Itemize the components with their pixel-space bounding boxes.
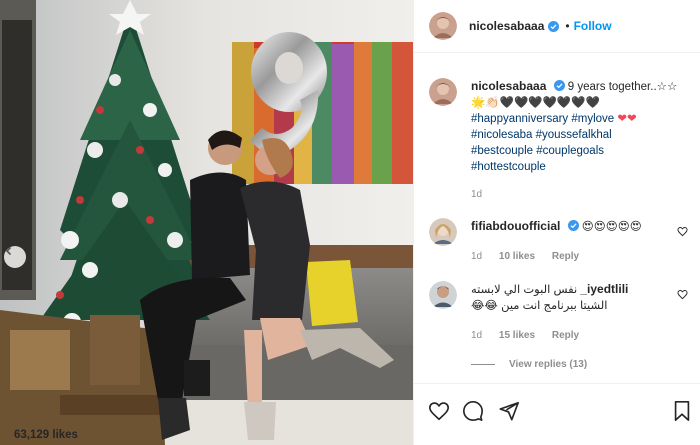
caption-timestamp[interactable]: 1d <box>471 189 482 200</box>
hashtag-link[interactable]: #happyanniversary <box>471 113 568 125</box>
comment-item: fifiabdouofficial 😍😍😍😍😍 1d 10 likes Repl… <box>429 218 694 262</box>
separator-dot: • <box>565 19 570 33</box>
heart-icon[interactable] <box>677 289 688 300</box>
hashtag-link[interactable]: #mylove <box>571 113 614 125</box>
caption: nicolesabaaa 9 years together..☆☆ 🌟👏🏻🖤🖤🖤… <box>429 78 694 200</box>
comment-timestamp[interactable]: 1d <box>471 251 482 262</box>
commenter-username[interactable]: fifiabdouofficial <box>471 219 560 233</box>
comment-timestamp[interactable]: 1d <box>471 330 482 341</box>
comment-text-line2: الشيتا ببرنامج انت مين 😂😂 <box>471 300 608 312</box>
post-author-username[interactable]: nicolesabaaa <box>469 19 544 33</box>
comment-likes[interactable]: 10 likes <box>499 251 535 262</box>
heart-icon[interactable] <box>428 400 450 422</box>
caption-avatar[interactable] <box>429 78 457 106</box>
commenter-avatar[interactable] <box>429 218 457 246</box>
verified-badge-icon <box>567 220 579 231</box>
post-details-panel: nicolesabaaa • Follow nicolesabaaa 9 yea… <box>413 0 700 445</box>
previous-photo-button[interactable] <box>4 246 26 268</box>
hashtag-link[interactable]: #youssefalkhal <box>536 129 612 141</box>
hashtag-link[interactable]: #bestcouple <box>471 145 533 157</box>
comment-icon[interactable] <box>462 400 484 422</box>
paper-plane-icon[interactable] <box>498 400 520 422</box>
view-replies-button[interactable]: View replies (13) <box>509 359 587 370</box>
caption-text: 9 years together..☆☆ <box>567 81 678 93</box>
comment-text: 😍😍😍😍😍 <box>581 221 642 233</box>
post-photo[interactable] <box>0 0 413 445</box>
follow-button[interactable]: Follow <box>574 19 612 33</box>
commenter-avatar[interactable] <box>429 281 457 309</box>
verified-badge-icon <box>553 80 565 91</box>
post-header: nicolesabaaa • Follow <box>414 0 700 53</box>
replies-divider <box>471 364 495 365</box>
comment-likes[interactable]: 15 likes <box>499 330 535 341</box>
commenter-username[interactable]: iyedtlili_ <box>580 282 628 296</box>
hashtag-link[interactable]: #hottestcouple <box>471 161 546 173</box>
hashtag-link[interactable]: #nicolesaba <box>471 129 532 141</box>
photo-scene <box>0 0 413 445</box>
reply-button[interactable]: Reply <box>552 330 579 341</box>
caption-emoji-line: 🌟👏🏻🖤🖤🖤🖤🖤🖤🖤 <box>471 97 600 109</box>
bookmark-icon[interactable] <box>672 400 692 422</box>
likes-count[interactable]: 63,129 likes <box>14 429 78 441</box>
chevron-left-icon <box>5 246 12 256</box>
verified-badge-icon <box>548 20 560 32</box>
heart-icon[interactable] <box>677 226 688 237</box>
comment-text: نفس البوت الي لابسته <box>471 284 578 296</box>
hashtag-link[interactable]: #couplegoals <box>536 145 604 157</box>
red-hearts-emoji: ❤❤ <box>617 113 637 125</box>
avatar[interactable] <box>429 12 457 40</box>
reply-button[interactable]: Reply <box>552 251 579 262</box>
comment-item: iyedtlili_ نفس البوت الي لابسته الشيتا ب… <box>429 281 694 370</box>
caption-username[interactable]: nicolesabaaa <box>471 79 546 93</box>
post-action-bar <box>414 383 700 445</box>
